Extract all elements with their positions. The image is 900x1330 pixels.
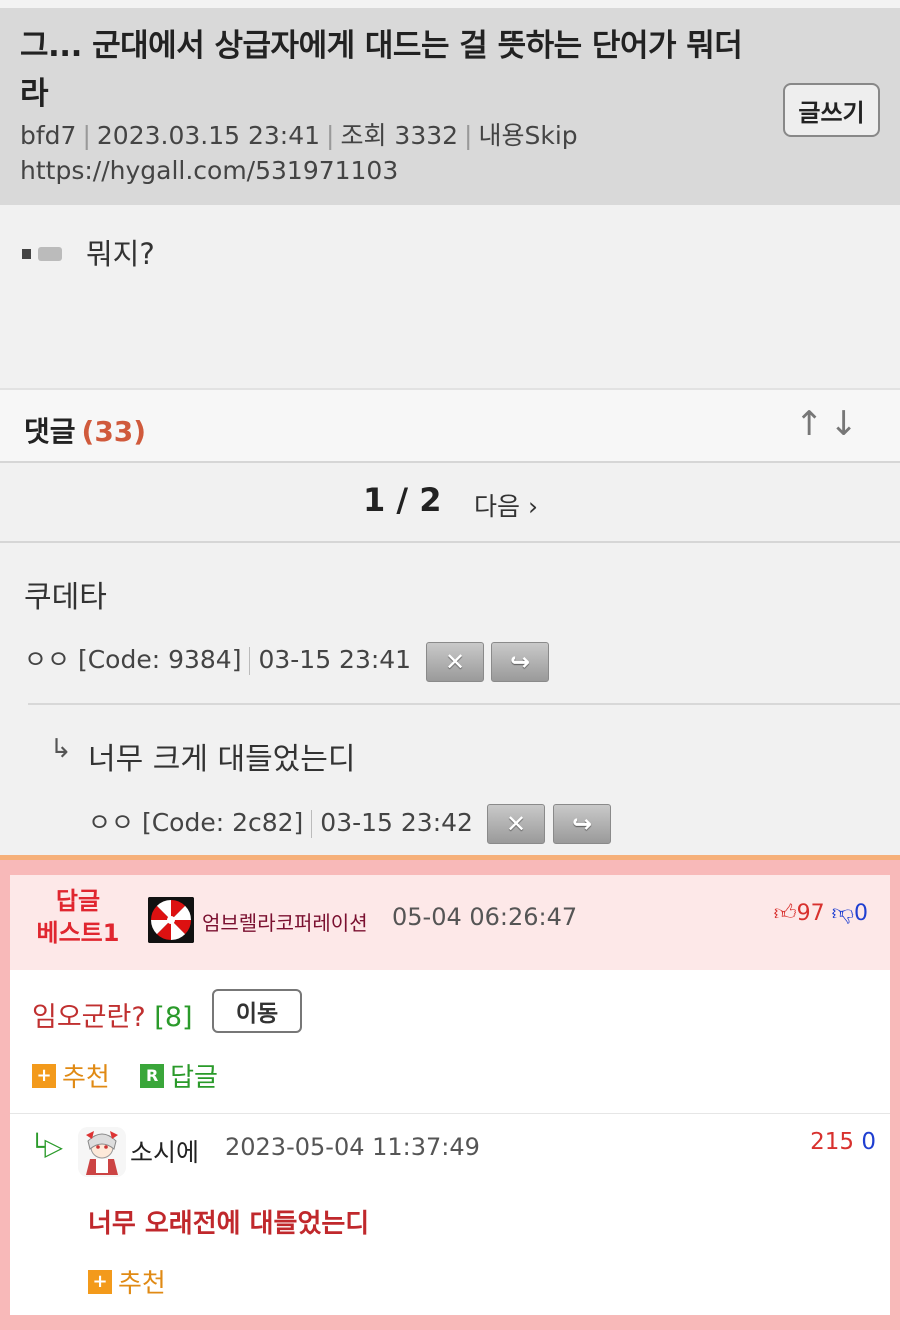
comment-divider <box>28 703 900 705</box>
page-number: 1 / 2 <box>363 481 442 519</box>
umbrella-avatar-icon <box>148 897 194 943</box>
post-body-text: 뭐지? <box>86 237 155 271</box>
best-reply-box: 답글 베스트1 엄브렐라코퍼레이션 05-04 06:26:47 👍︎97 👎︎… <box>0 860 900 1330</box>
best-reply-actions: + 추천 R 답글 <box>32 1057 218 1094</box>
write-button[interactable]: 글쓰기 <box>783 83 880 137</box>
comments-count: (33) <box>81 415 147 448</box>
post-author[interactable]: bfd7 <box>20 121 76 150</box>
comment-author: ㅇㅇ [Code: 9384] <box>24 645 242 674</box>
reply-comment-button[interactable]: ↪ <box>491 642 549 682</box>
comments-header: 댓글 (33) ↑↓ <box>0 388 900 463</box>
down-vote-count: 0 <box>854 901 868 926</box>
comment-text: 쿠데타 <box>24 580 107 615</box>
comments-label: 댓글 (33) <box>24 415 147 448</box>
post-views: 조회 3332 <box>340 121 459 150</box>
recommend-button[interactable]: + 추천 <box>32 1060 110 1093</box>
up-vote-count: 97 <box>796 901 825 926</box>
best-reply-header: 답글 베스트1 엄브렐라코퍼레이션 05-04 06:26:47 👍︎97 👎︎… <box>10 875 890 970</box>
move-button[interactable]: 이동 <box>212 989 302 1033</box>
sub-up-vote-count: 215 <box>810 1129 855 1155</box>
emoticon-image <box>22 245 72 265</box>
close-icon: ✕ <box>444 648 466 676</box>
sub-down-vote-count: 0 <box>861 1129 876 1155</box>
next-page-link[interactable]: 다음 › <box>474 487 538 523</box>
post-header: 그... 군대에서 상급자에게 대드는 걸 뜻하는 단어가 뭐더라 bfd7 | 2… <box>0 0 900 205</box>
reply-arrow-icon: ↪ <box>571 810 593 838</box>
reply-author: ㅇㅇ [Code: 2c82] <box>88 808 304 837</box>
post-title: 그... 군대에서 상급자에게 대드는 걸 뜻하는 단어가 뭐더라 <box>20 28 743 112</box>
comment-time: 03-15 23:41 <box>258 645 412 674</box>
sub-reply-arrow-icon: └▷ <box>30 1133 63 1161</box>
sort-arrows-icon[interactable]: ↑↓ <box>795 404 864 444</box>
best-reply-votes: 👍︎97 👎︎0 <box>774 899 868 926</box>
post-url[interactable]: https://hygall.com/531971103 <box>20 156 398 185</box>
reply-indicator-icon: ↳ <box>50 734 72 764</box>
post-body: 뭐지? <box>0 205 900 388</box>
post-meta: bfd7 | 2023.03.15 23:41 | 조회 3332 | 내용Skip <box>20 121 578 150</box>
thumbs-up-icon[interactable]: 👍︎ <box>774 901 797 926</box>
best-reply-text: 임오군란? [8] <box>32 1002 193 1033</box>
sub-reply-divider <box>10 1113 890 1114</box>
reply-meta: ㅇㅇ [Code: 2c82] 03-15 23:42 <box>88 803 473 839</box>
sub-reply-user[interactable]: 소시에 <box>130 1133 199 1169</box>
anime-avatar-icon <box>78 1127 126 1177</box>
reply-time: 03-15 23:42 <box>320 808 473 837</box>
delete-comment-button[interactable]: ✕ <box>426 642 484 682</box>
skip-link[interactable]: 내용Skip <box>478 121 577 150</box>
pagination: 1 / 2 다음 › <box>0 463 900 543</box>
reply-arrow-icon: ↪ <box>509 648 531 676</box>
reply-to-reply-button[interactable]: ↪ <box>553 804 611 844</box>
best-reply-count: [8] <box>154 1002 193 1033</box>
comment-meta: ㅇㅇ [Code: 9384] 03-15 23:41 <box>24 640 411 676</box>
best-reply-user[interactable]: 엄브렐라코퍼레이션 <box>202 907 368 936</box>
post-datetime: 2023.03.15 23:41 <box>96 121 321 150</box>
reply-text: 너무 크게 대들었는디 <box>88 742 356 777</box>
reply-r-icon: R <box>140 1063 165 1088</box>
best-reply-datetime: 05-04 06:26:47 <box>392 903 578 931</box>
thumbs-down-icon[interactable]: 👎︎ <box>832 901 854 926</box>
delete-reply-button[interactable]: ✕ <box>487 804 545 844</box>
plus-icon: + <box>88 1269 112 1294</box>
sub-reply-votes: 215 0 <box>810 1129 876 1155</box>
sub-recommend-button[interactable]: + 추천 <box>88 1263 166 1300</box>
best-reply-inner: 답글 베스트1 엄브렐라코퍼레이션 05-04 06:26:47 👍︎97 👎︎… <box>10 875 890 1315</box>
best-reply-label: 답글 베스트1 <box>36 887 120 947</box>
sub-reply-datetime: 2023-05-04 11:37:49 <box>225 1133 480 1161</box>
close-icon: ✕ <box>505 810 527 838</box>
sub-reply-text: 너무 오래전에 대들었는디 <box>88 1209 370 1239</box>
reply-button[interactable]: R 답글 <box>140 1060 218 1093</box>
plus-icon: + <box>32 1063 56 1088</box>
